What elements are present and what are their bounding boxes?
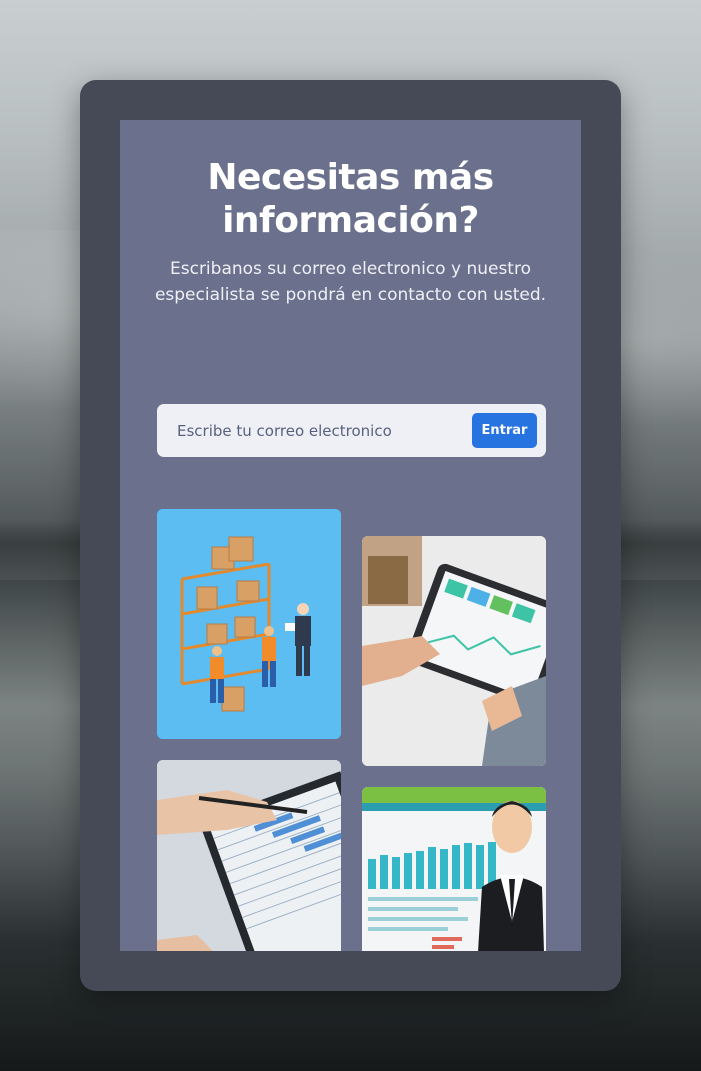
businessman-analytics-illustration bbox=[362, 787, 546, 951]
gallery-image-tablet-dashboard bbox=[362, 536, 546, 766]
laptop-gantt-chart-photo bbox=[157, 760, 341, 951]
page-title: Necesitas más información? bbox=[207, 157, 494, 241]
tablet-dashboard-photo bbox=[362, 536, 546, 766]
info-panel: Necesitas más información? Escribanos su… bbox=[120, 120, 581, 951]
submit-button[interactable]: Entrar bbox=[472, 413, 537, 448]
warehouse-workers-illustration bbox=[157, 509, 341, 739]
email-input[interactable] bbox=[157, 404, 457, 457]
gallery-image-warehouse bbox=[157, 509, 341, 739]
email-form: Entrar bbox=[157, 404, 546, 457]
gallery-image-laptop-gantt bbox=[157, 760, 341, 951]
page-subtitle: Escribanos su correo electronico y nuest… bbox=[154, 259, 547, 305]
gallery-image-businessman-analytics bbox=[362, 787, 546, 951]
modal-frame: Necesitas más información? Escribanos su… bbox=[80, 80, 621, 991]
